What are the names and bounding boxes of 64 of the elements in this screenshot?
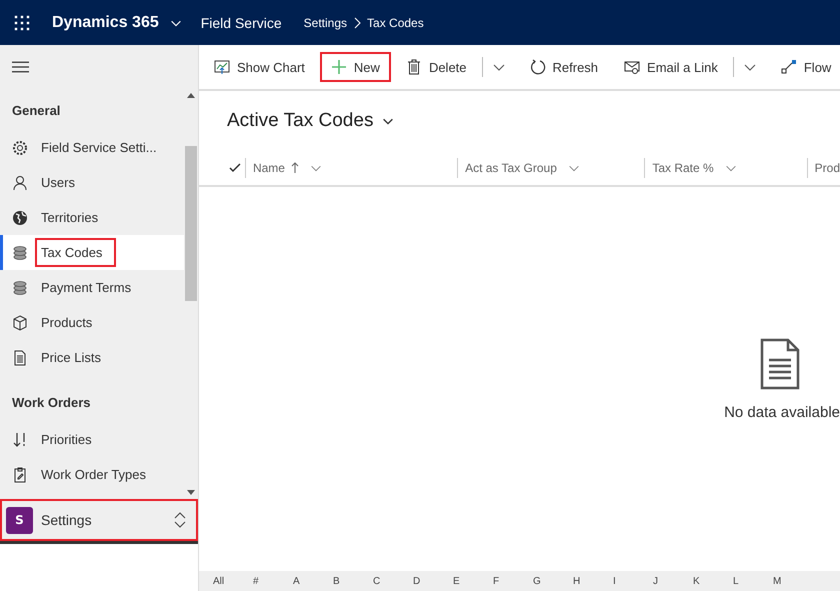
jump-letter[interactable]: C <box>373 576 413 586</box>
breadcrumb-item[interactable]: Settings <box>304 16 348 30</box>
select-all-check-icon[interactable] <box>229 163 241 173</box>
empty-message: No data available <box>724 404 840 420</box>
command-button[interactable]: Show Chart <box>203 52 316 82</box>
gear-icon <box>12 140 28 156</box>
jump-letter[interactable]: F <box>493 576 533 586</box>
trash-icon <box>406 59 422 75</box>
jump-letter[interactable]: G <box>533 576 573 586</box>
nav-item[interactable]: Tax Codes <box>0 235 184 270</box>
jump-letter[interactable]: H <box>573 576 613 586</box>
jump-letter[interactable]: E <box>453 576 493 586</box>
area-badge: S <box>6 506 33 534</box>
group-heading: General <box>11 102 62 120</box>
nav-item[interactable]: Products <box>0 305 184 340</box>
chevron-right-icon <box>353 16 362 28</box>
area-switcher[interactable]: S Settings <box>0 499 198 541</box>
jump-letter[interactable]: A <box>293 576 333 586</box>
refresh-icon <box>530 59 546 75</box>
column-header[interactable]: Name <box>244 158 458 178</box>
person-icon <box>12 174 28 190</box>
nav-item[interactable]: Price Lists <box>0 340 184 375</box>
globe-icon <box>12 210 28 226</box>
breadcrumb-item: Tax Codes <box>367 16 424 30</box>
nav-item[interactable]: Users <box>0 165 184 200</box>
email-icon <box>624 59 640 75</box>
jump-letter[interactable]: J <box>653 576 693 586</box>
app-launcher-icon[interactable] <box>14 14 30 30</box>
jump-letter[interactable]: All <box>213 576 253 586</box>
nav-item[interactable]: Territories <box>0 200 184 235</box>
area-title: Field Service <box>200 14 282 30</box>
jump-letter[interactable]: K <box>693 576 733 586</box>
jump-letter[interactable]: I <box>613 576 653 586</box>
coin-stack-icon <box>12 244 28 260</box>
plus-icon <box>330 59 347 75</box>
view-selector[interactable]: Active Tax Codes <box>227 110 396 132</box>
coin-stack-icon <box>12 280 28 296</box>
nav-item[interactable]: Priorities <box>0 422 184 457</box>
column-header[interactable]: Act as Tax Group <box>457 158 644 178</box>
jump-letter[interactable]: B <box>333 576 373 586</box>
jump-letter[interactable]: D <box>413 576 453 586</box>
command-button[interactable]: Email a Link <box>613 52 729 82</box>
up-down-chevron-icon <box>174 511 186 529</box>
nav-item[interactable]: Work Order Types <box>0 457 184 492</box>
clipboard-icon <box>12 466 28 482</box>
command-button[interactable]: Flow <box>770 52 840 82</box>
jump-letter[interactable]: L <box>733 576 773 586</box>
nav-item[interactable]: Payment Terms <box>0 270 184 305</box>
column-header[interactable]: Prod <box>806 158 840 178</box>
command-button[interactable]: Delete <box>394 52 478 82</box>
jump-letter[interactable]: # <box>253 576 293 586</box>
jump-letter[interactable]: M <box>773 576 813 586</box>
group-heading: Work Orders <box>11 394 92 412</box>
command-button[interactable]: New <box>320 52 391 82</box>
document-icon <box>12 350 28 366</box>
menu-icon[interactable] <box>12 61 29 73</box>
chart-icon <box>214 59 230 75</box>
command-button[interactable]: Refresh <box>518 52 610 82</box>
flow-icon <box>780 59 797 75</box>
app-name[interactable]: Dynamics 365 <box>52 14 159 32</box>
document-icon <box>760 338 800 390</box>
box-icon <box>12 314 28 330</box>
nav-item[interactable]: Field Service Setti... <box>0 130 184 165</box>
column-header[interactable]: Tax Rate % <box>644 158 807 178</box>
